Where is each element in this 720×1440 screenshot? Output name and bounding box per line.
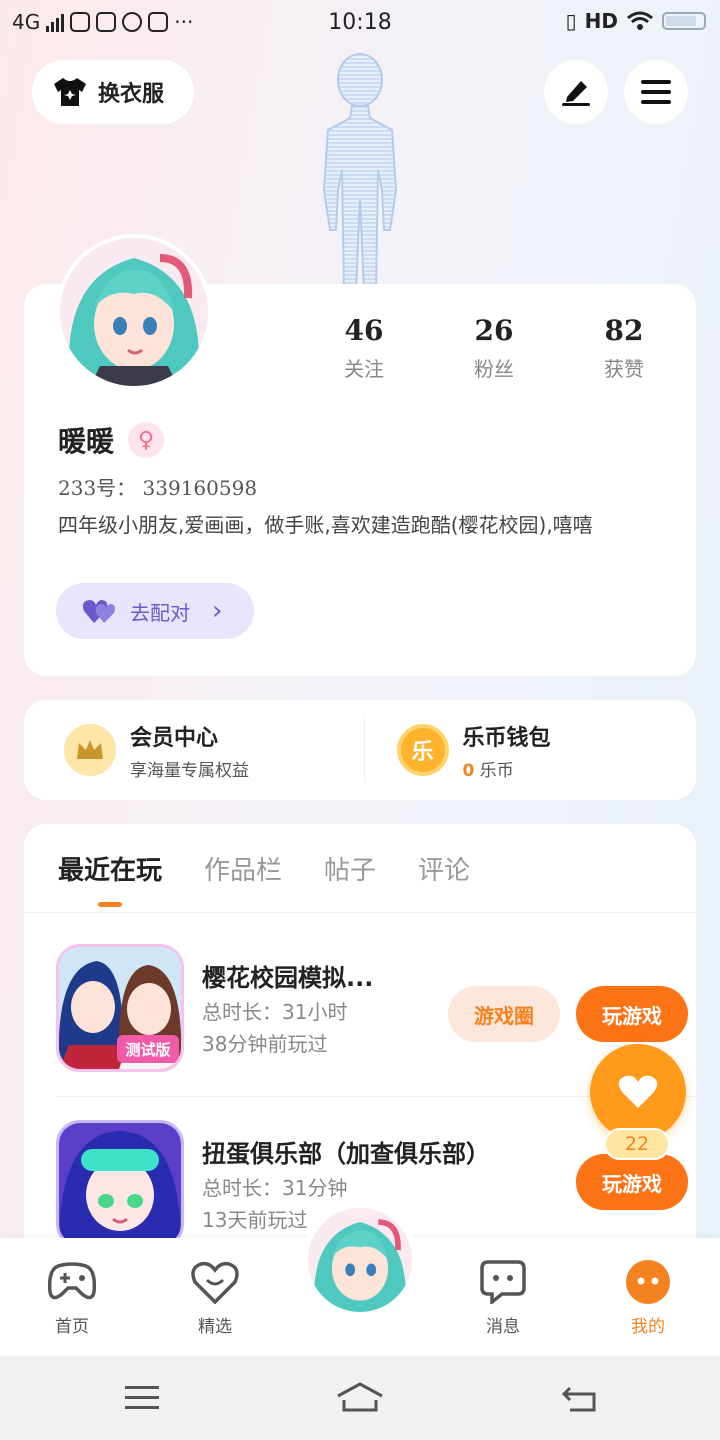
game-total-time: 总时长：31分钟 [202,1176,348,1200]
bio: 四年级小朋友,爱画画，做手账,喜欢建造跑酷(樱花校园),嘻嘻 [58,513,593,537]
menu-button[interactable] [624,60,688,124]
game-circle-button[interactable]: 游戏圈 [448,986,560,1042]
tabs-divider [24,912,696,913]
stat-value: 46 [344,314,384,347]
wallet-balance: 0 乐币 [463,756,551,781]
test-version-badge: 测试版 [125,1041,170,1059]
nav-me[interactable]: 我的 [603,1258,693,1337]
nav-me-label: 我的 [631,1317,665,1337]
member-title: 会员中心 [130,725,219,751]
home-icon[interactable] [336,1380,384,1416]
vip-wallet-card: 会员中心 享海量专属权益 乐 乐币钱包 0 乐币 [24,700,696,800]
game-icon[interactable]: 测试版 [56,944,184,1072]
stat-label: 获赞 [604,357,644,381]
heart-icon [618,1075,658,1108]
nav-featured-label: 精选 [198,1317,232,1337]
gacha-club-image [59,1123,181,1245]
game-last-played: 13天前玩过 [202,1208,308,1232]
nav-featured[interactable]: 精选 [170,1258,260,1337]
crown-icon [64,724,116,776]
list-item[interactable]: 测试版 樱花校园模拟... 总时长：31小时 38分钟前玩过 游戏圈 玩游戏 [56,944,688,1074]
coin-icon: 乐 [396,724,449,776]
tab-recent[interactable]: 最近在玩 [58,850,162,907]
change-outfit-button[interactable]: 换衣服 [32,60,194,124]
match-label: 去配对 [130,600,190,625]
game-title: 扭蛋俱乐部（加查俱乐部） [202,1140,490,1168]
message-icon [479,1258,527,1306]
stat-following[interactable]: 46 关注 [304,314,424,382]
stat-label: 粉丝 [474,357,514,381]
profile-stats: 46 关注 26 粉丝 82 获赞 [304,314,684,382]
gender-female-icon: ♀ [128,422,165,458]
change-outfit-label: 换衣服 [98,82,165,107]
user-id: 233号： 339160598 [58,476,258,500]
double-heart-icon [82,600,115,623]
profile-avatar[interactable] [56,234,212,390]
tab-works[interactable]: 作品栏 [204,850,282,907]
recent-apps-icon[interactable] [122,1380,162,1416]
match-button[interactable]: 去配对 › [56,583,254,639]
tab-comments[interactable]: 评论 [418,850,470,907]
play-game-button[interactable]: 玩游戏 [576,1154,688,1210]
back-icon[interactable] [560,1380,600,1416]
member-subtitle: 享海量专属权益 [130,760,249,781]
system-nav-bar [0,1356,720,1440]
nav-messages-label: 消息 [486,1317,520,1337]
hd-label: HD [584,9,618,33]
game-last-played: 38分钟前玩过 [202,1032,328,1056]
anime-avatar-image [60,238,208,386]
chevron-right-icon: › [212,596,223,626]
status-bar: 4G ··· 10:18 ▯ HD [0,0,720,46]
heart-chat-icon [191,1258,239,1306]
gamepad-icon [48,1258,96,1306]
member-text: 会员中心 享海量专属权益 [130,720,249,781]
game-total-time: 总时长：31小时 [202,1000,348,1024]
nav-messages[interactable]: 消息 [458,1258,548,1337]
nickname: 暖暖 [58,425,115,458]
wallet-amount: 0 [462,760,475,781]
pen-icon [562,81,590,106]
stat-label: 关注 [344,357,384,381]
bottom-nav: 首页 精选 消息 我的 [0,1204,720,1356]
edit-profile-button[interactable] [544,60,608,124]
shirt-icon [54,78,86,106]
tab-posts[interactable]: 帖子 [324,850,376,907]
menu-icon [641,80,671,104]
wallet-text: 乐币钱包 0 乐币 [463,720,551,781]
wallet[interactable]: 乐 乐币钱包 0 乐币 [365,700,697,800]
wallet-unit: 乐币 [479,760,514,781]
stat-followers[interactable]: 26 粉丝 [434,314,554,382]
stat-value: 82 [604,314,644,347]
like-count-badge: 22 [604,1128,670,1160]
vibrate-icon: ▯ [565,9,577,33]
floating-like-button[interactable] [590,1044,686,1140]
battery-icon [662,12,706,30]
nickname-row: 暖暖 ♀ [58,420,165,460]
nav-avatar-image [308,1208,412,1312]
status-right: ▯ HD [566,9,706,33]
nav-home[interactable]: 首页 [27,1258,117,1337]
tab-bar: 最近在玩 作品栏 帖子 评论 [58,850,470,907]
wallet-title: 乐币钱包 [462,725,551,751]
game-icon[interactable] [56,1120,184,1248]
me-icon [624,1258,672,1306]
stat-value: 26 [474,314,514,347]
nav-avatar[interactable] [304,1204,416,1316]
wifi-icon [627,11,653,30]
avatar-hologram [322,53,398,290]
nav-home-label: 首页 [55,1317,89,1337]
game-title: 樱花校园模拟... [202,964,374,992]
sakura-school-image: 测试版 [59,947,181,1069]
stat-likes[interactable]: 82 获赞 [564,314,684,382]
play-game-button[interactable]: 玩游戏 [576,986,688,1042]
member-center[interactable]: 会员中心 享海量专属权益 [24,700,364,800]
